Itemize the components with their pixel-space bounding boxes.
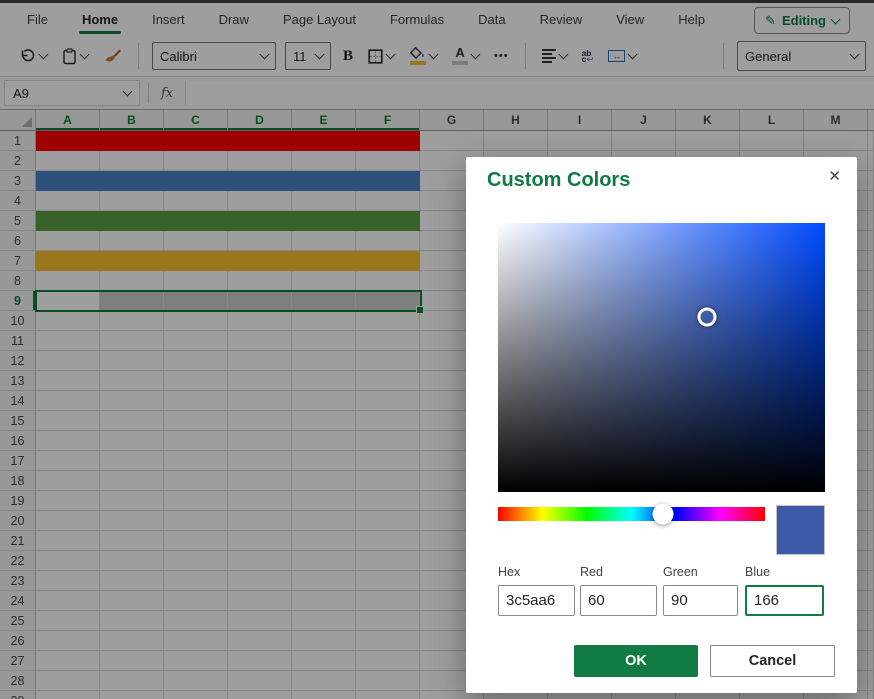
green-input[interactable] xyxy=(663,585,738,616)
close-icon: ✕ xyxy=(828,168,841,185)
color-preview-swatch xyxy=(776,505,825,555)
close-button[interactable]: ✕ xyxy=(824,165,845,188)
excel-window: File Home Insert Draw Page Layout Formul… xyxy=(0,0,874,699)
green-label: Green xyxy=(663,565,698,579)
custom-colors-dialog: Custom Colors ✕ Hex Red Green Blue OK Ca… xyxy=(466,157,857,693)
blue-label: Blue xyxy=(745,565,770,579)
color-picker-pointer[interactable] xyxy=(698,308,717,327)
red-input[interactable] xyxy=(580,585,657,616)
blue-input[interactable] xyxy=(745,585,824,616)
ok-button[interactable]: OK xyxy=(574,645,698,677)
red-label: Red xyxy=(580,565,603,579)
hex-input[interactable] xyxy=(498,585,575,616)
dialog-title: Custom Colors xyxy=(487,169,630,192)
hex-label: Hex xyxy=(498,565,520,579)
cancel-button[interactable]: Cancel xyxy=(710,645,835,677)
hue-slider-thumb[interactable] xyxy=(653,504,674,525)
hue-slider[interactable] xyxy=(498,507,765,521)
saturation-value-picker[interactable] xyxy=(498,223,825,492)
